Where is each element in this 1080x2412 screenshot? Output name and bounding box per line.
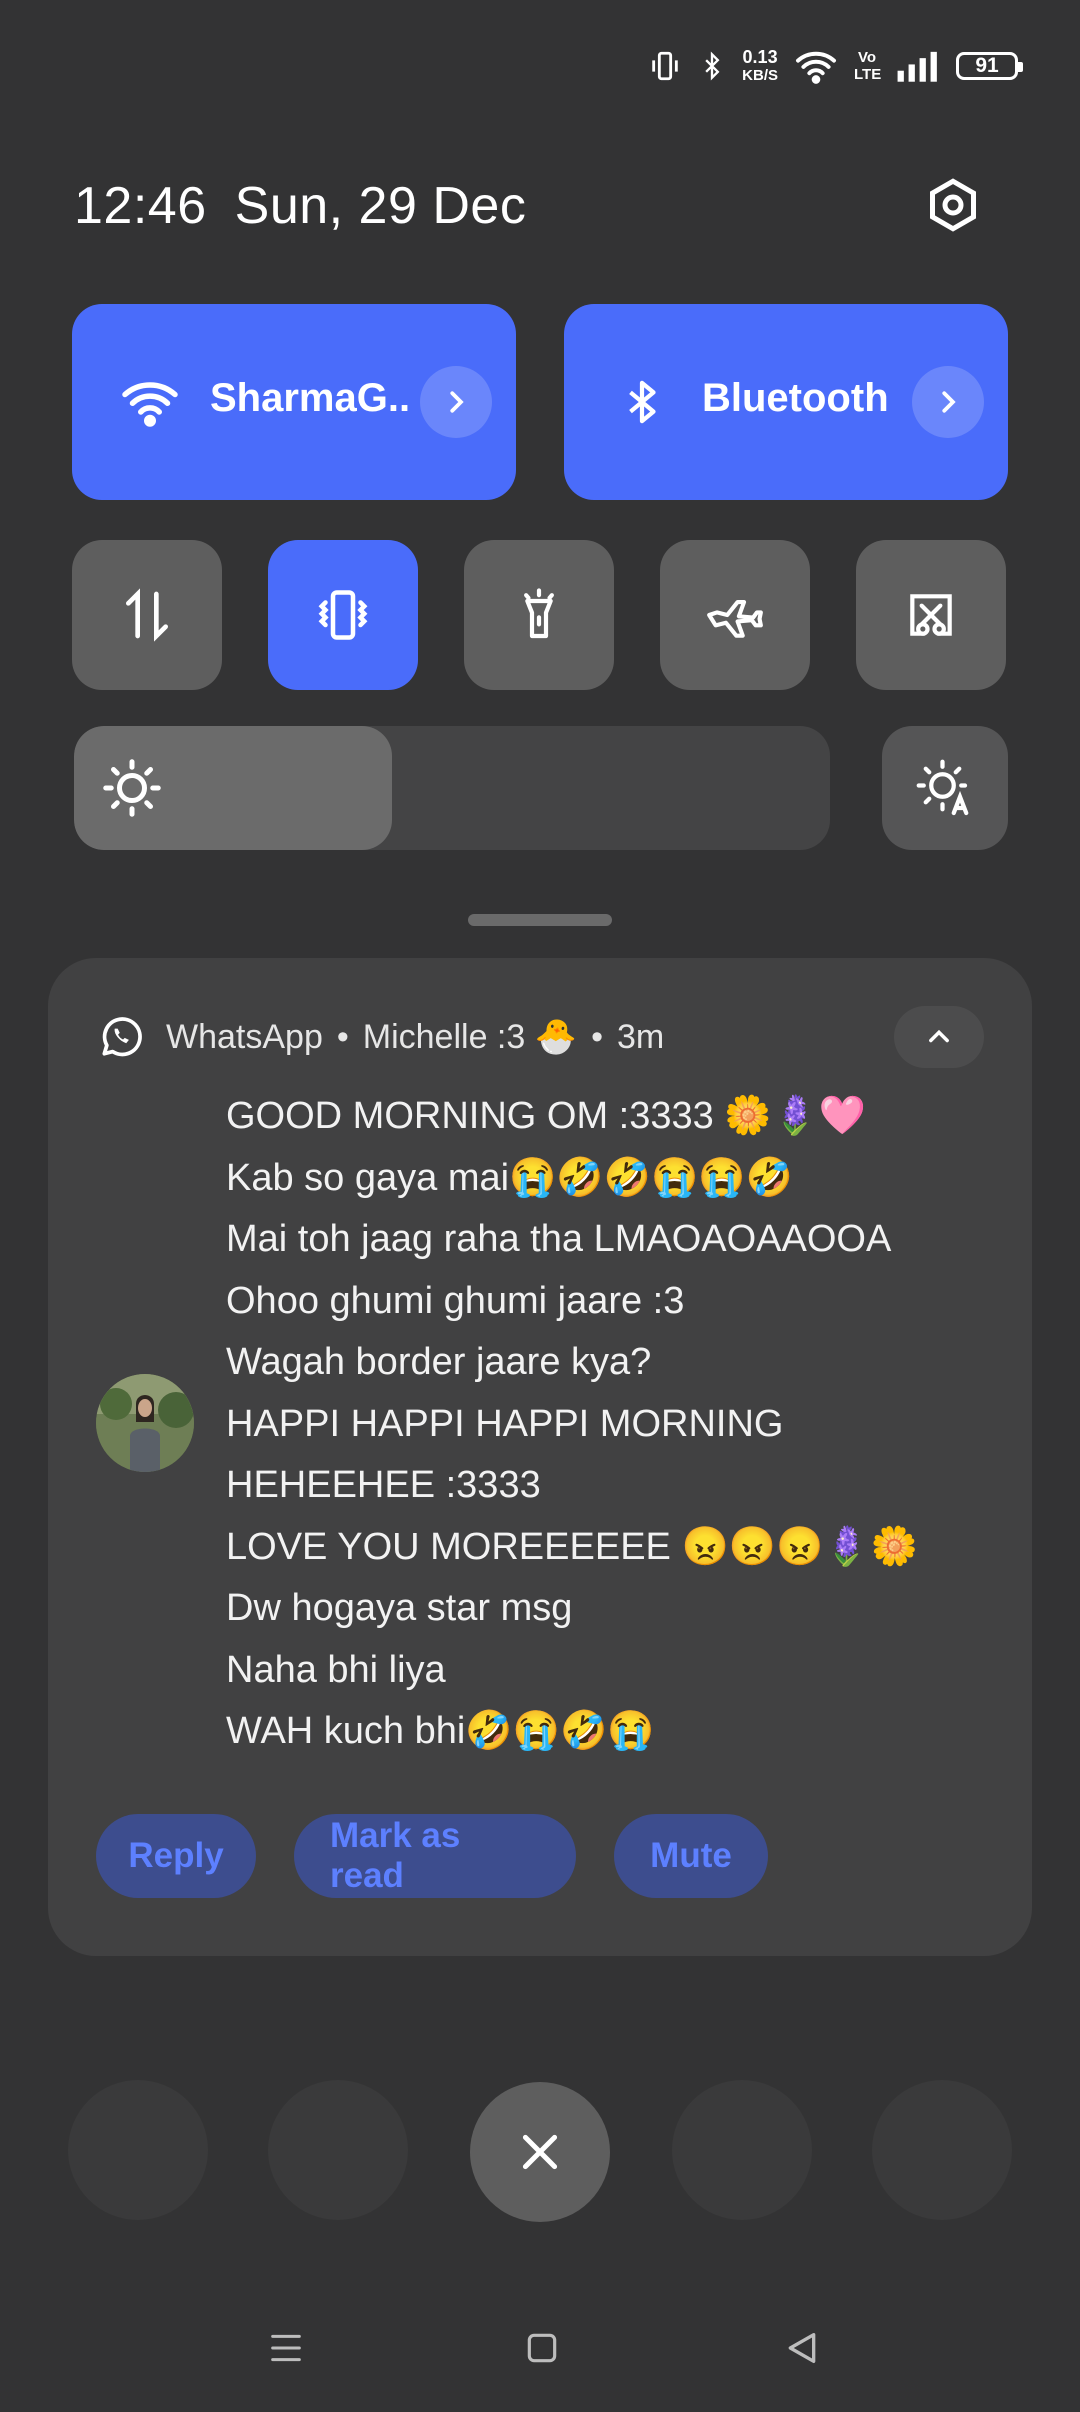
screenshot-icon: [910, 594, 952, 636]
home-button[interactable]: [512, 2318, 572, 2378]
chevron-right-icon: [942, 391, 956, 413]
background-shape: [268, 2080, 408, 2220]
auto-brightness-icon: [916, 759, 969, 816]
bluetooth-details-button[interactable]: [912, 366, 984, 438]
recents-button[interactable]: [256, 2318, 316, 2378]
header-clock: 12:46 Sun, 29 Dec: [74, 176, 526, 236]
notification-age: 3m: [616, 1017, 665, 1056]
menu-icon: [271, 2334, 301, 2362]
chevron-right-icon: [450, 391, 464, 413]
panel-drag-handle[interactable]: [468, 914, 612, 926]
sun-icon: [103, 759, 161, 817]
avatar: [96, 1374, 194, 1472]
flashlight-icon: [524, 588, 554, 639]
signal-strength-icon: [896, 50, 940, 82]
vibrate-icon: [318, 590, 368, 640]
message-line: GOOD MORNING OM :3333 🌼🪻🩷: [226, 1095, 867, 1137]
message-line: Naha bhi liya: [226, 1648, 446, 1691]
separator-dot: •: [591, 1017, 603, 1056]
network-speed-value: 0.13: [742, 46, 778, 67]
message-line: Mai toh jaag raha tha LMAOAOAAOOA: [226, 1218, 892, 1260]
settings-icon: [923, 175, 983, 240]
separator-dot: •: [336, 1017, 349, 1056]
vibrate-tile[interactable]: [268, 540, 418, 690]
battery-indicator: 91: [956, 52, 1023, 80]
flashlight-tile[interactable]: [464, 540, 614, 690]
airplane-icon: [707, 600, 763, 638]
message-line: HEHEEHEE :3333: [226, 1464, 541, 1506]
notification-sender: Michelle :3 🐣: [362, 1018, 578, 1056]
notification-actions: Reply Mark as read Mute: [96, 1814, 768, 1898]
message-line: LOVE YOU MOREEEEEE 😠😠😠🪻🌼: [226, 1525, 919, 1568]
mute-button[interactable]: Mute: [614, 1814, 768, 1898]
background-shape: [672, 2080, 812, 2220]
message-list: GOOD MORNING OM :3333 🌼🪻🩷 Kab so gaya ma…: [226, 1086, 918, 1763]
brightness-slider[interactable]: [74, 726, 830, 850]
wifi-tile-label: SharmaG..: [210, 376, 411, 420]
notification-header: WhatsApp • Michelle :3 🐣 • 3m: [96, 1012, 664, 1062]
status-bar: 0.13 KB/S Vo LTE 91: [648, 40, 1023, 92]
mobile-data-tile[interactable]: [72, 540, 222, 690]
auto-brightness-button[interactable]: [882, 726, 1008, 850]
clock-time: 12:46: [74, 177, 207, 235]
close-icon: [522, 2134, 558, 2170]
airplane-mode-tile[interactable]: [660, 540, 810, 690]
background-shape: [872, 2080, 1012, 2220]
notification-app-name: WhatsApp: [166, 1017, 323, 1056]
data-arrows-icon: [126, 588, 169, 642]
collapse-button[interactable]: [894, 1006, 984, 1068]
bluetooth-tile[interactable]: Bluetooth: [564, 304, 1008, 500]
bluetooth-status-icon: [698, 49, 726, 83]
clock-date: Sun, 29 Dec: [234, 177, 527, 235]
message-line: Dw hogaya star msg: [226, 1587, 573, 1629]
network-speed: 0.13 KB/S: [742, 46, 778, 84]
home-square-icon: [527, 2333, 557, 2363]
bluetooth-icon: [608, 368, 676, 436]
wifi-status-icon: [794, 48, 838, 84]
message-line: Kab so gaya mai😭🤣🤣😭😭🤣: [226, 1156, 793, 1199]
back-button[interactable]: [772, 2318, 832, 2378]
dismiss-all-button[interactable]: [470, 2082, 610, 2222]
mark-as-read-button[interactable]: Mark as read: [294, 1814, 576, 1898]
message-line: HAPPI HAPPI HAPPI MORNING: [226, 1402, 784, 1445]
vibrate-status-icon: [648, 49, 682, 83]
whatsapp-icon: [102, 1017, 142, 1057]
network-speed-unit: KB/S: [742, 66, 778, 84]
chevron-up-icon: [929, 1029, 949, 1043]
whatsapp-notification[interactable]: WhatsApp • Michelle :3 🐣 • 3m GOOD MORNI…: [48, 958, 1032, 1956]
screenshot-tile[interactable]: [856, 540, 1006, 690]
back-triangle-icon: [788, 2333, 816, 2363]
wifi-details-button[interactable]: [420, 366, 492, 438]
message-line: WAH kuch bhi🤣😭🤣😭: [226, 1710, 655, 1752]
message-line: Wagah border jaare kya?: [226, 1341, 652, 1383]
message-line: Ohoo ghumi ghumi jaare :3: [226, 1279, 685, 1322]
wifi-icon: [116, 368, 184, 436]
volte-indicator: Vo LTE: [854, 49, 882, 83]
bluetooth-tile-label: Bluetooth: [702, 376, 889, 420]
settings-button[interactable]: [922, 176, 984, 238]
wifi-tile[interactable]: SharmaG..: [72, 304, 516, 500]
reply-button[interactable]: Reply: [96, 1814, 256, 1898]
background-shape: [68, 2080, 208, 2220]
